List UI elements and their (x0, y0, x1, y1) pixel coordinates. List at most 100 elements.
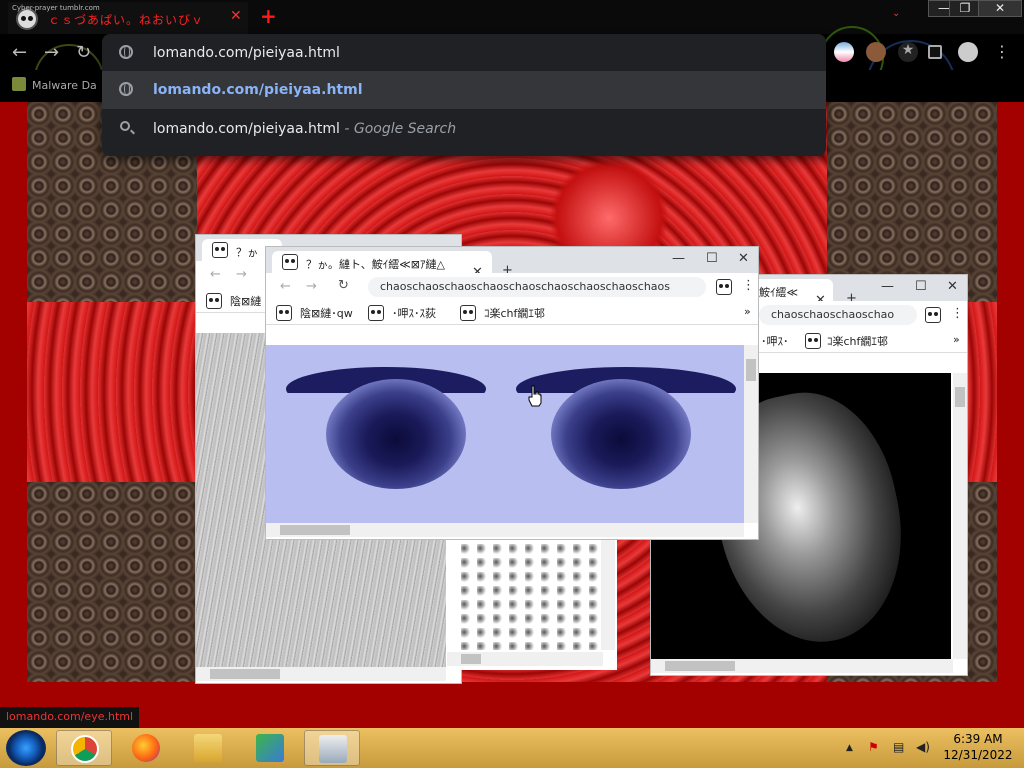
bookmark-label[interactable]: ･呷ｽ･ｽ荻 (392, 305, 436, 321)
clock-time: 6:39 AM (953, 732, 1003, 746)
taskbar-network-app[interactable] (242, 730, 298, 766)
popup-window-noise (447, 530, 617, 670)
menu-more-icon[interactable]: ⋮ (742, 278, 755, 293)
start-button[interactable] (6, 730, 46, 766)
profile-extension-icon[interactable] (866, 42, 886, 62)
horizontal-scrollbar[interactable] (196, 667, 446, 681)
panda-favicon-icon (282, 254, 298, 270)
menu-more-icon[interactable]: ⋮ (992, 42, 1012, 62)
extensions-puzzle-icon[interactable]: ★ (898, 42, 918, 62)
bookmarks-overflow-button[interactable]: » (744, 305, 751, 318)
network-icon[interactable]: ▤ (893, 740, 904, 754)
eye-right-shape (551, 379, 691, 489)
tab-search-button[interactable]: ⌄ (892, 8, 900, 19)
omnibox-suggestion[interactable]: lomando.com/pieiyaa.html (102, 71, 826, 109)
action-center-flag-icon[interactable]: ⚑ (868, 740, 879, 754)
noise-texture-image (461, 530, 601, 650)
bookmark-label[interactable]: 陰⊠縺･qw (300, 305, 353, 321)
hand-cursor-icon (528, 385, 542, 407)
minimize-button[interactable]: — (672, 251, 685, 266)
maximize-button[interactable]: ☐ (706, 251, 718, 266)
folder-icon (194, 734, 222, 762)
bookmark-label[interactable]: ｺ楽chf繝ｴ邨 (827, 333, 888, 349)
bookmark-malware[interactable]: Malware Da (12, 77, 97, 92)
popup-toolbar: ← → ↻ chaoschaoschaoschaoschaoschaoschao… (266, 273, 758, 301)
forward-button[interactable]: → (44, 42, 59, 63)
popup-tab-title: 鮟ｲ繧≪ (759, 286, 799, 299)
vertical-scrollbar[interactable] (953, 373, 967, 659)
menu-more-icon[interactable]: ⋮ (951, 306, 964, 321)
taskbar-chrome[interactable] (56, 730, 112, 766)
taskbar-file-explorer[interactable] (180, 730, 236, 766)
popup-window-eyes: ？ゕ。縺ト、鮟ｲ繧≪⊠ｱ縺△ ✕ + — ☐ ✕ ← → ↻ chaoschao… (265, 246, 759, 540)
suggestion-subtext: - Google Search (339, 121, 457, 137)
panda-favicon-icon (368, 305, 384, 321)
main-tab-bar: Cyber-prayer tumblr.com ｃｓづあぱい。ねおいびｖ ✕ +… (0, 0, 1024, 34)
taskbar-firefox[interactable] (118, 730, 174, 766)
chrome-icon (71, 735, 99, 763)
eye-left-shape (326, 379, 466, 489)
back-arrow-icon[interactable]: ← (280, 279, 291, 294)
close-window-button[interactable]: ✕ (978, 0, 1022, 17)
image-viewer-icon (319, 735, 347, 763)
tab-close-icon[interactable]: ✕ (230, 8, 242, 24)
side-panel-icon[interactable] (928, 45, 942, 59)
profile-avatar-icon[interactable] (958, 42, 978, 62)
panda-favicon-icon (460, 305, 476, 321)
omnibox-dropdown: lomando.com/pieiyaa.html lomando.com/pie… (102, 34, 826, 156)
globe-icon (119, 45, 133, 59)
panda-favicon-icon (276, 305, 292, 321)
extension-flag-icon[interactable] (834, 42, 854, 62)
vertical-scrollbar[interactable] (601, 530, 615, 650)
taskbar-image-viewer[interactable] (304, 730, 360, 766)
globe-icon (119, 82, 133, 96)
url-bar[interactable]: chaoschaoschaoschao (759, 305, 917, 325)
panda-favicon-icon (206, 293, 222, 309)
restore-button[interactable]: ❐ (949, 0, 981, 17)
popup-tab[interactable]: ？ゕ。縺ト、鮟ｲ繧≪⊠ｱ縺△ (272, 251, 492, 273)
omnibox-suggestion[interactable]: lomando.com/pieiyaa.html - Google Search (102, 110, 826, 148)
panda-favicon-icon (212, 242, 228, 258)
back-button[interactable]: ← (12, 42, 27, 63)
bookmark-label: Malware Da (32, 79, 97, 92)
volume-icon[interactable]: ◀) (916, 740, 930, 754)
horizontal-scrollbar[interactable] (266, 523, 744, 537)
bookmarks-overflow-button[interactable]: » (953, 333, 960, 346)
forward-arrow-icon[interactable]: → (306, 279, 317, 294)
popup-tab-title: ？ゕ。縺ト、鮟ｲ繧≪⊠ｱ縺△ (306, 258, 445, 271)
close-button[interactable]: ✕ (738, 251, 749, 266)
bookmark-label[interactable]: 陰⊠縺 (230, 293, 261, 309)
bookmark-label[interactable]: ｺ楽chf繝ｴ邨 (484, 305, 545, 321)
tile-pattern-decoration (827, 102, 997, 302)
horizontal-scrollbar[interactable] (651, 659, 953, 673)
minimize-button[interactable]: — (881, 279, 894, 294)
bookmark-favicon-icon (12, 77, 26, 91)
tray-expand-icon[interactable]: ▲ (846, 743, 853, 753)
omnibox-input-row[interactable]: lomando.com/pieiyaa.html (102, 34, 826, 72)
tile-pattern-decoration (27, 482, 197, 682)
panda-extension-icon[interactable] (925, 307, 941, 323)
omnibox-input[interactable]: lomando.com/pieiyaa.html (153, 45, 340, 61)
maximize-button[interactable]: ☐ (915, 279, 927, 294)
desktop-screen: Cyber-prayer tumblr.com ｃｓづあぱい。ねおいびｖ ✕ +… (0, 0, 1024, 768)
taskbar: ▲ ⚑ ▤ ◀) 6:39 AM 12/31/2022 (0, 728, 1024, 768)
close-button[interactable]: ✕ (947, 279, 958, 294)
bookmark-label[interactable]: ･呷ｽ･ (761, 333, 789, 349)
search-icon (120, 121, 130, 131)
status-bubble: lomando.com/eye.html (0, 707, 140, 728)
reload-icon[interactable]: ↻ (338, 278, 349, 293)
popup-tab-bar: ？ゕ。縺ト、鮟ｲ繧≪⊠ｱ縺△ ✕ + — ☐ ✕ (266, 247, 758, 280)
popup-bookmarks-bar: 陰⊠縺･qw ･呷ｽ･ｽ荻 ｺ楽chf繝ｴ邨 » (266, 301, 758, 325)
vertical-scrollbar[interactable] (744, 345, 758, 523)
system-clock[interactable]: 6:39 AM 12/31/2022 (932, 731, 1024, 763)
panda-extension-icon[interactable] (716, 279, 732, 295)
tab-active[interactable]: Cyber-prayer tumblr.com ｃｓづあぱい。ねおいびｖ ✕ (8, 2, 248, 34)
url-bar[interactable]: chaoschaoschaoschaoschaoschaoschaoschaos… (368, 277, 706, 297)
suggestion-text: lomando.com/pieiyaa.html (153, 82, 363, 98)
horizontal-scrollbar[interactable] (447, 652, 603, 666)
forward-arrow-icon[interactable]: → (236, 267, 247, 282)
reload-button[interactable]: ↻ (76, 42, 91, 63)
back-arrow-icon[interactable]: ← (210, 267, 221, 282)
clock-date: 12/31/2022 (943, 748, 1013, 762)
new-tab-button[interactable]: + (260, 4, 277, 28)
